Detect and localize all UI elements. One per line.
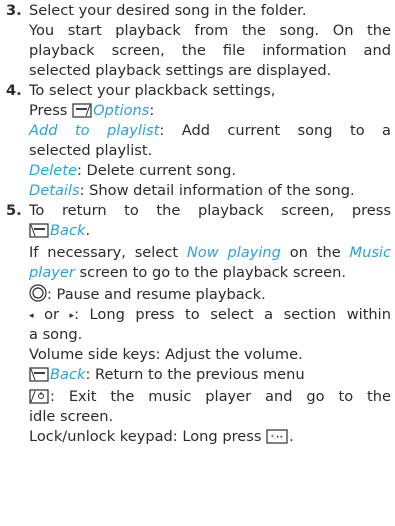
lock-period: . [289,428,294,445]
step-number: 4. [6,82,22,99]
if-necessary-post: screen to go to the playback screen. [74,264,347,281]
end-key-line: : Exit the music player and go to the [29,388,391,406]
details-line: Details: Show detail information of the … [29,182,355,200]
back-line: Back. [29,222,90,240]
svg-text:*.••: *.•• [271,434,283,441]
back-term: Back [50,222,86,239]
options-term: Options [93,102,150,119]
arrows-or: or [33,306,70,323]
press-label: Press [29,102,73,119]
if-necessary-mid: on the [280,244,350,261]
arrows-line: ◂ or ▸: Long press to select a section w… [29,306,391,325]
if-necessary-pre: If necessary, select [29,244,187,261]
right-softkey-icon [29,223,49,238]
arrows-text: : Long press to select a section within [74,306,391,323]
step-text: idle screen. [29,408,114,425]
back-return-line: Back: Return to the previous menu [29,366,305,384]
add-to-playlist-line: Add to playlist: Add current song to a [29,122,391,140]
step-text: To select your plackback settings, [29,82,276,99]
delete-line: Delete: Delete current song. [29,162,236,180]
delete-text: : Delete current song. [76,162,237,179]
right-softkey-icon [29,367,49,382]
end-key-icon [29,389,49,404]
volume-line: Volume side keys: Adjust the volume. [29,346,303,363]
options-colon: : [149,102,155,119]
step-text: selected playlist. [29,142,153,159]
now-playing-term: Now playing [186,244,281,261]
star-key-icon: *.•• [266,429,288,444]
manual-page: 3. Select your desired song in the folde… [0,0,395,526]
step-number: 5. [6,202,22,219]
step-text: To return to the playback screen, press [29,202,391,219]
step-text: selected playback settings are displayed… [29,62,332,79]
add-to-playlist-term: Add to playlist [29,122,160,139]
if-necessary-line: If necessary, select Now playing on the … [29,244,391,262]
back-return-text: : Return to the previous menu [85,366,305,383]
end-key-text: : Exit the music player and go to the [50,388,391,405]
if-necessary-cont-line: player screen to go to the playback scre… [29,264,346,282]
step-text: You start playback from the song. On the [29,22,391,39]
lock-line: Lock/unlock keypad: Long press *.••. [29,428,294,446]
lock-text: Lock/unlock keypad: Long press [29,428,267,445]
left-softkey-icon [72,103,92,118]
music-term: Music [349,244,392,261]
details-term: Details [29,182,80,199]
press-options-line: Press Options: [29,102,154,120]
delete-term: Delete [29,162,77,179]
step-text: Select your desired song in the folder. [29,2,307,19]
step-number: 3. [6,2,22,19]
details-text: : Show detail information of the song. [79,182,355,199]
pause-line: : Pause and resume playback. [29,284,266,304]
add-to-playlist-text: : Add current song to a [159,122,391,139]
step-text: playback screen, the file information an… [29,42,391,59]
back-term: Back [50,366,86,383]
step-text: a song. [29,326,83,343]
back-period: . [85,222,91,239]
player-term: player [29,264,75,281]
center-key-icon [29,284,47,302]
pause-text: : Pause and resume playback. [47,286,266,303]
